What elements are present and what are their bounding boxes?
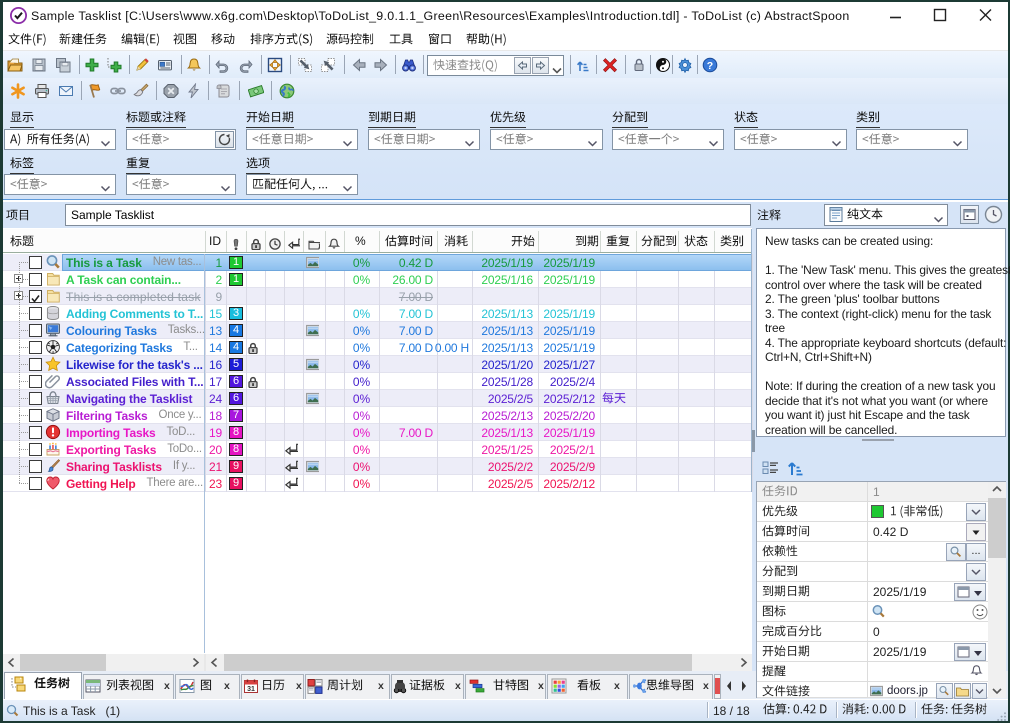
- svg-text:?: ?: [707, 60, 713, 72]
- svg-text:31: 31: [247, 686, 255, 693]
